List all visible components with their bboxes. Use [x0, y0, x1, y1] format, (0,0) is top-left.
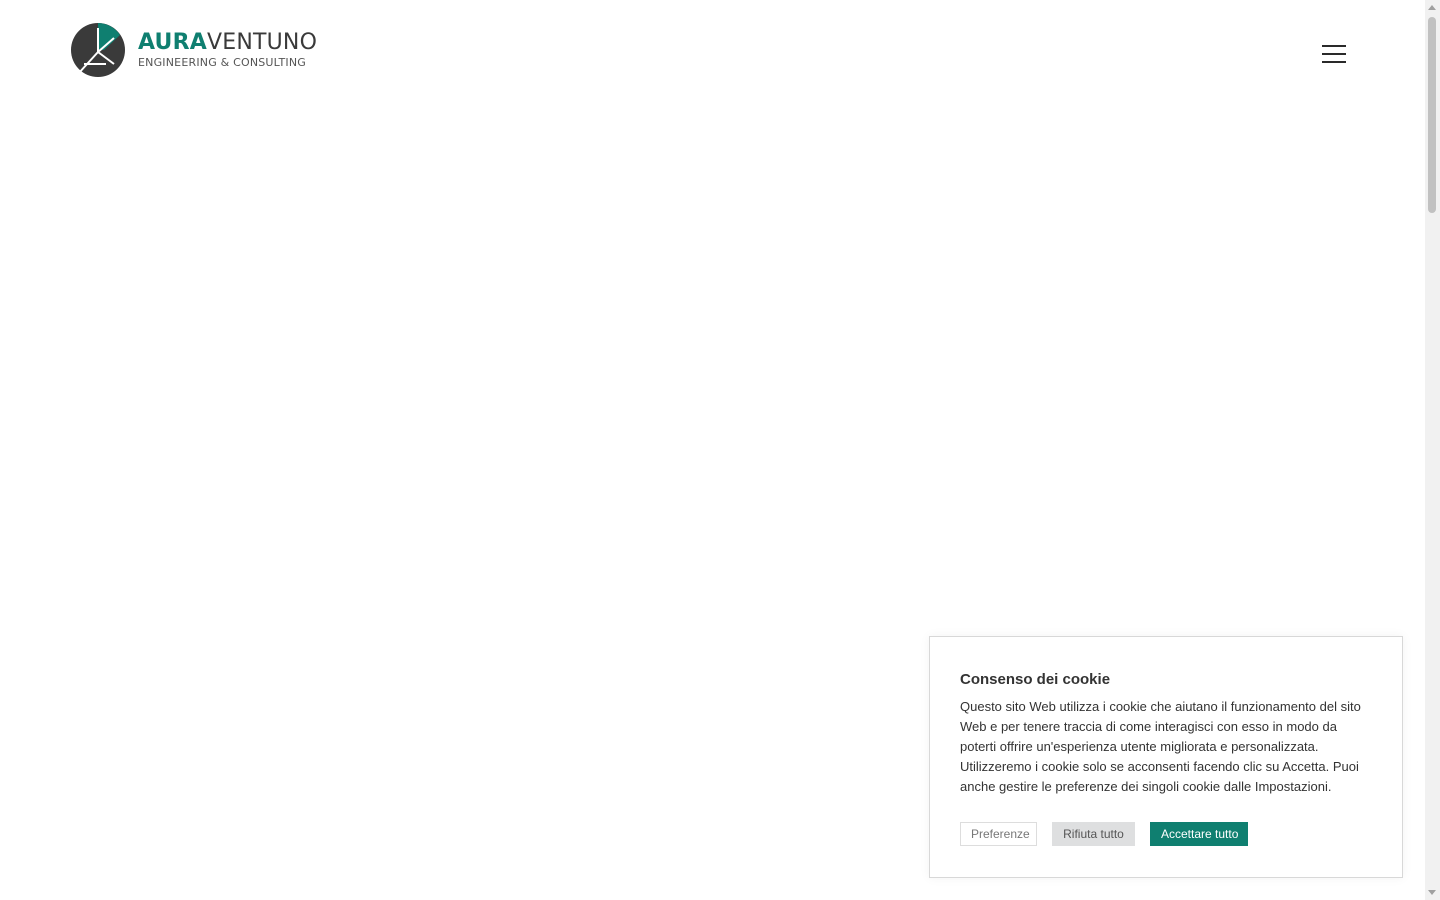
cookie-consent-banner: Consenso dei cookie Questo sito Web util…	[929, 636, 1403, 878]
scrollbar-thumb[interactable]	[1428, 17, 1436, 213]
menu-bar-middle	[1322, 53, 1346, 55]
page: AURAVENTUNO ENGINEERING & CONSULTING Con…	[0, 0, 1440, 900]
menu-bar-bottom	[1322, 61, 1346, 63]
logo-word-aura: AURA	[138, 30, 207, 55]
logo-tagline: ENGINEERING & CONSULTING	[138, 56, 307, 69]
site-logo[interactable]: AURAVENTUNO ENGINEERING & CONSULTING	[70, 22, 317, 78]
logo-word-ventuno: VENTUNO	[206, 30, 318, 55]
preferences-button[interactable]: Preferenze	[960, 822, 1037, 846]
hamburger-menu-icon[interactable]	[1321, 42, 1349, 66]
scroll-down-arrow-icon[interactable]	[1428, 890, 1436, 895]
vertical-scrollbar[interactable]	[1425, 0, 1440, 900]
accept-all-button[interactable]: Accettare tutto	[1150, 822, 1248, 846]
logo-text: AURAVENTUNO ENGINEERING & CONSULTING	[138, 32, 317, 69]
scroll-up-arrow-icon[interactable]	[1428, 5, 1436, 10]
logo-wordmark: AURAVENTUNO	[138, 32, 317, 54]
menu-bar-top	[1322, 45, 1346, 47]
logo-mark-icon	[71, 23, 125, 77]
cookie-banner-actions: Preferenze Rifiuta tutto Accettare tutto	[960, 822, 1248, 846]
reject-all-button[interactable]: Rifiuta tutto	[1052, 822, 1135, 846]
cookie-banner-text: Questo sito Web utilizza i cookie che ai…	[960, 699, 1361, 794]
cookie-banner-title: Consenso dei cookie	[960, 671, 1111, 688]
